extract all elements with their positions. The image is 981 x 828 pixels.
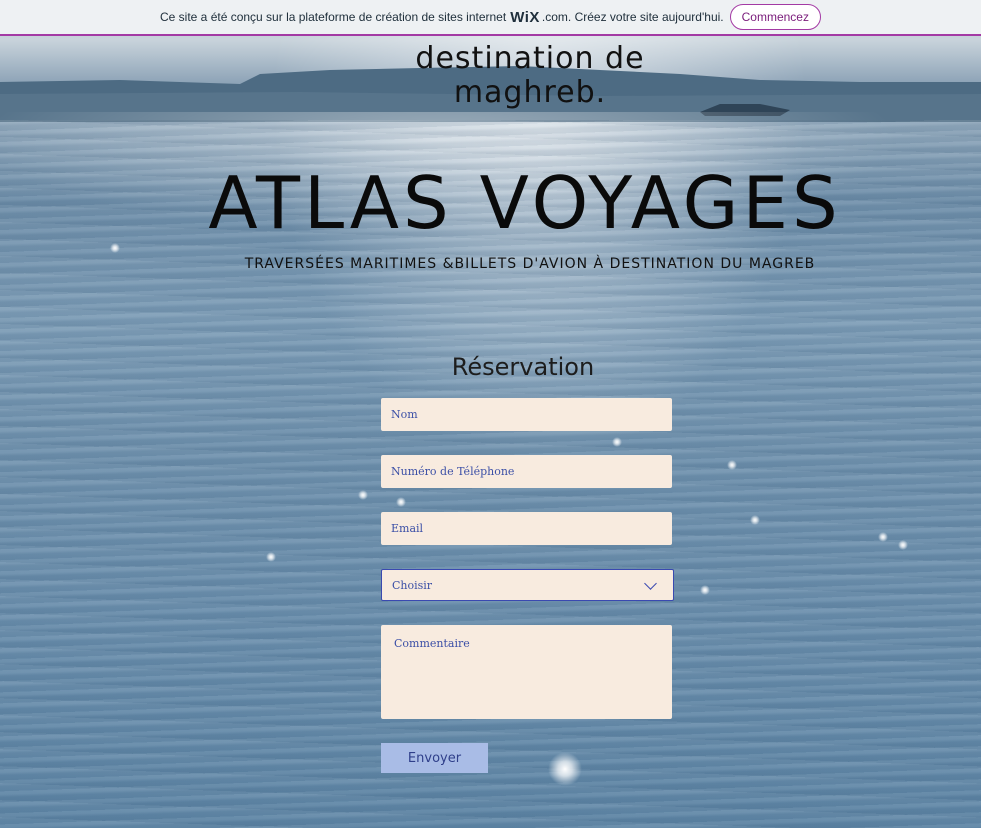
site-title: ATLAS VOYAGES <box>208 161 842 245</box>
wix-promo-banner: Ce site a été conçu sur la plateforme de… <box>0 0 981 36</box>
comment-field[interactable]: Commentaire <box>381 625 672 719</box>
wix-logo: WiX <box>510 8 540 26</box>
page: Ce site a été conçu sur la plateforme de… <box>0 0 981 828</box>
start-button[interactable]: Commencez <box>729 4 821 30</box>
name-placeholder: Nom <box>391 408 418 421</box>
banner-text-suffix: .com. Créez votre site aujourd'hui. <box>541 10 724 24</box>
sparkle <box>700 585 710 595</box>
name-field[interactable]: Nom <box>381 398 672 431</box>
form-title: Réservation <box>451 353 595 381</box>
sparkle <box>898 540 908 550</box>
sparkle <box>878 532 888 542</box>
sparkle <box>612 437 622 447</box>
tagline-line-1: destination de <box>415 41 645 76</box>
email-field[interactable]: Email <box>381 512 672 545</box>
phone-field[interactable]: Numéro de Téléphone <box>381 455 672 488</box>
sparkle <box>727 460 737 470</box>
sparkle <box>548 752 582 786</box>
phone-placeholder: Numéro de Téléphone <box>391 465 515 478</box>
tagline-line-2: maghreb. <box>453 75 607 110</box>
sparkle <box>266 552 276 562</box>
hero-tagline: destination de maghreb. <box>330 42 730 110</box>
destination-select[interactable]: Choisir <box>381 569 674 601</box>
chevron-down-icon <box>644 576 657 590</box>
banner-text: Ce site a été conçu sur la plateforme de… <box>160 10 507 24</box>
sparkle <box>358 490 368 500</box>
submit-button[interactable]: Envoyer <box>381 743 488 773</box>
sparkle <box>110 243 120 253</box>
sparkle <box>750 515 760 525</box>
email-placeholder: Email <box>391 522 424 535</box>
site-subtitle: TRAVERSÉES MARITIMES &BILLETS D'AVION À … <box>244 256 816 272</box>
select-value: Choisir <box>392 578 433 592</box>
comment-placeholder: Commentaire <box>394 637 470 650</box>
sparkle <box>396 497 406 507</box>
